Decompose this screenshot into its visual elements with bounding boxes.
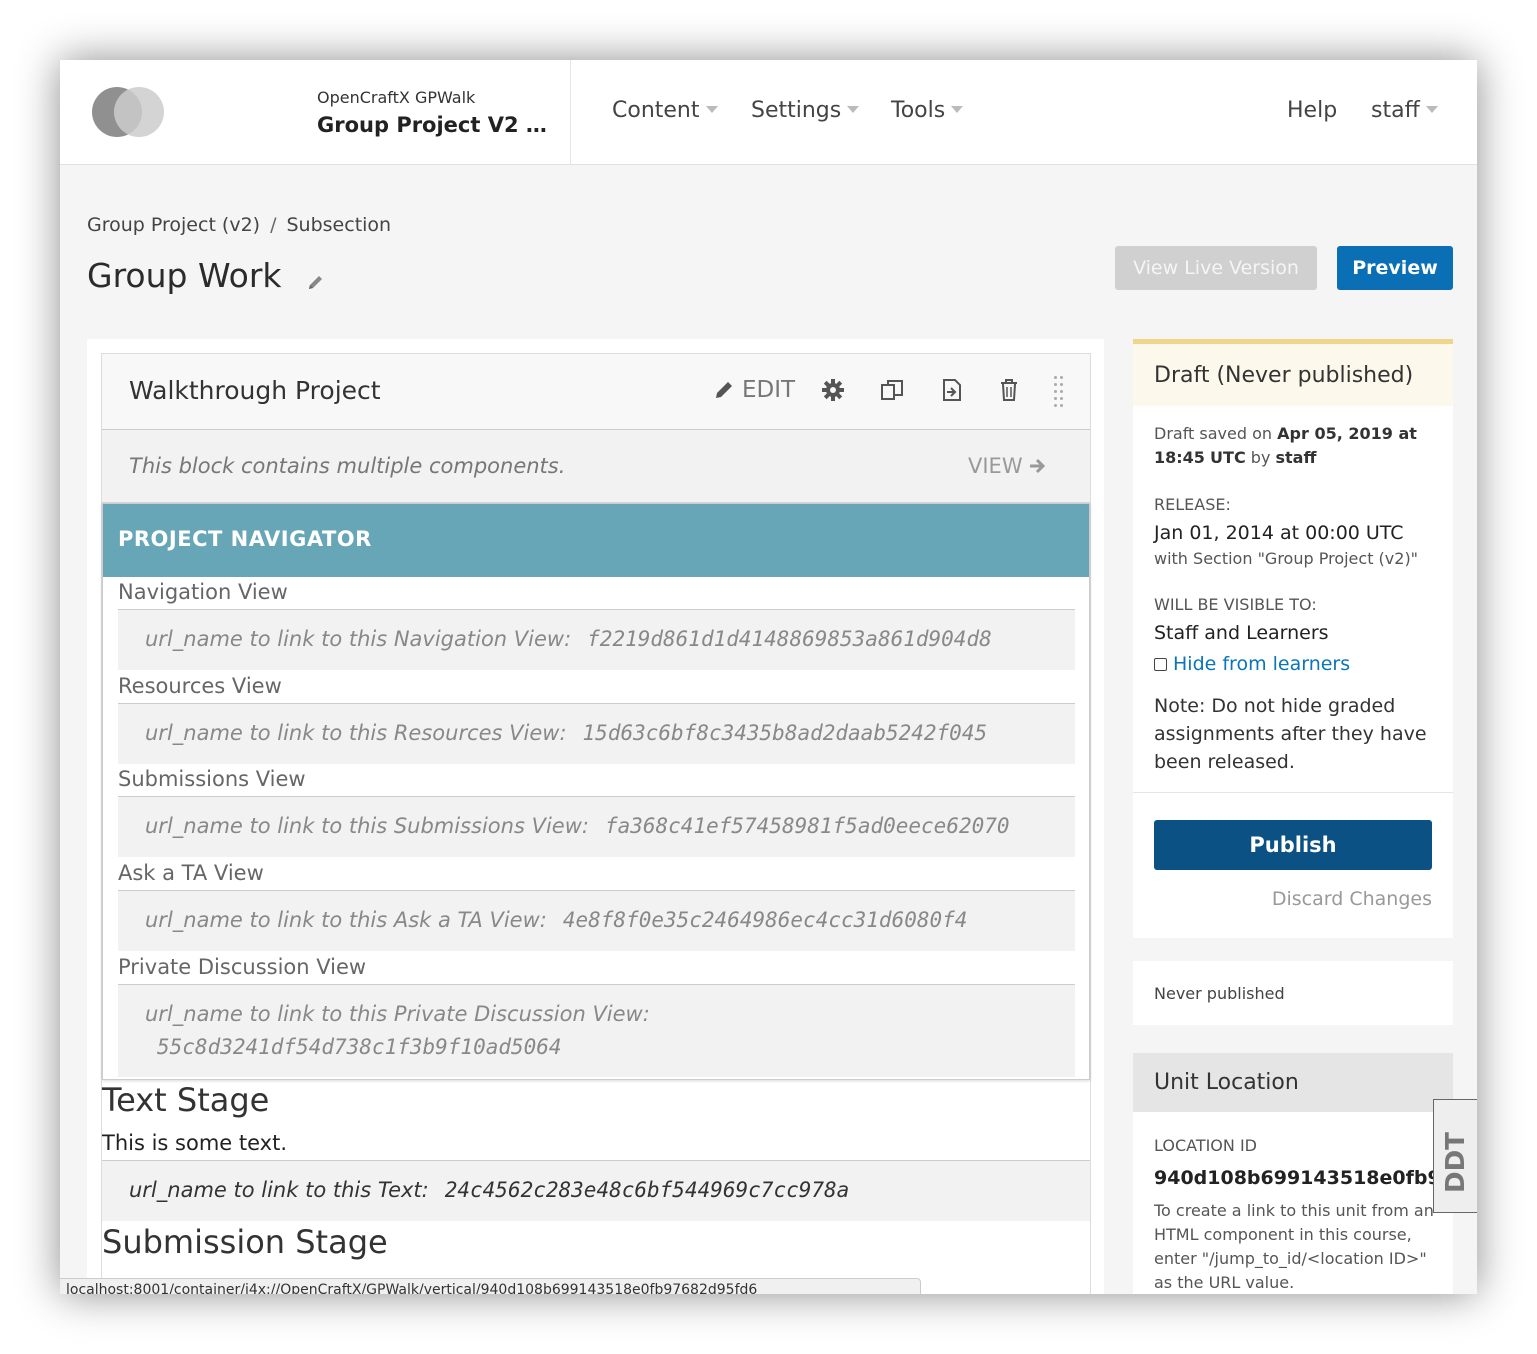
never-published-text: Never published — [1154, 984, 1285, 1003]
pencil-icon[interactable] — [306, 274, 326, 292]
release-label: RELEASE: — [1154, 495, 1231, 514]
course-org: OpenCraftX GPWalk — [317, 88, 476, 107]
trash-icon[interactable] — [1000, 376, 1018, 404]
view-link[interactable]: VIEW — [968, 454, 1047, 478]
publish-button[interactable]: Publish — [1154, 820, 1432, 870]
nav-content[interactable]: Content — [612, 98, 718, 123]
hide-note: Note: Do not hide graded assignments aft… — [1154, 695, 1427, 773]
unit-location-title: Unit Location — [1133, 1053, 1453, 1112]
move-icon[interactable] — [941, 376, 963, 404]
resources-view-url: url_name to link to this Resources View:… — [118, 703, 1075, 764]
edit-label: EDIT — [742, 377, 796, 403]
multi-component-message: This block contains multiple components. — [129, 454, 566, 478]
private-discussion-view-label: Private Discussion View — [118, 955, 367, 979]
visible-to-value: Staff and Learners — [1154, 622, 1329, 644]
draft-saved-info: Draft saved on Apr 05, 2019 at 18:45 UTC… — [1154, 424, 1417, 467]
edit-button[interactable]: EDIT — [714, 376, 795, 404]
xblock-header: Walkthrough Project EDIT — [102, 354, 1090, 430]
submissions-view-url: url_name to link to this Submissions Vie… — [118, 796, 1075, 857]
location-id-value[interactable]: 940d108b699143518e0fb97682d95fd — [1154, 1167, 1477, 1189]
breadcrumb: Group Project (v2) / Subsection — [87, 214, 391, 236]
unit-location-card: Unit Location LOCATION ID 940d108b699143… — [1133, 1053, 1477, 1294]
chevron-down-icon — [847, 105, 860, 113]
nav-settings[interactable]: Settings — [751, 98, 860, 123]
nav-tools[interactable]: Tools — [891, 98, 964, 123]
gear-icon[interactable] — [822, 376, 844, 404]
private-discussion-view-url: url_name to link to this Private Discuss… — [118, 984, 1075, 1077]
studio-window: OpenCraftX GPWalk Group Project V2 W... … — [60, 60, 1477, 1294]
chevron-down-icon — [951, 105, 964, 113]
location-help: To create a link to this unit from an HT… — [1154, 1201, 1434, 1292]
breadcrumb-separator: / — [270, 214, 277, 236]
page-title: Group Work — [87, 256, 282, 295]
publish-status-title: Draft (Never published) — [1133, 344, 1453, 406]
release-with: with Section "Group Project (v2)" — [1154, 549, 1419, 568]
duplicate-icon[interactable] — [880, 376, 904, 404]
drag-handle-icon[interactable] — [1054, 376, 1064, 408]
publish-history-card: Never published — [1133, 961, 1453, 1025]
url-name-value: 15d63c6bf8c3435b8ad2daab5242f045 — [582, 721, 988, 745]
visible-to-label: WILL BE VISIBLE TO: — [1154, 595, 1317, 614]
header-divider — [570, 60, 571, 164]
nav-view-url: url_name to link to this Navigation View… — [118, 609, 1075, 670]
text-stage-title: Text Stage — [102, 1081, 270, 1119]
ask-ta-view-label: Ask a TA View — [118, 861, 264, 885]
nav-help[interactable]: Help — [1287, 98, 1337, 123]
multi-component-notice: This block contains multiple components.… — [102, 430, 1090, 503]
course-name: Group Project V2 W... — [317, 113, 567, 137]
text-stage-body: This is some text. — [102, 1131, 288, 1155]
arrow-right-icon — [1030, 458, 1046, 474]
text-stage-url: url_name to link to this Text: 24c4562c28… — [102, 1160, 1090, 1221]
chevron-down-icon — [705, 105, 718, 113]
course-info[interactable]: OpenCraftX GPWalk Group Project V2 W... — [317, 88, 567, 137]
project-navigator: PROJECT NAVIGATOR Navigation View url_na… — [102, 503, 1090, 1080]
unit-content: Walkthrough Project EDIT This block cont… — [87, 339, 1104, 1294]
submission-stage-title: Submission Stage — [102, 1223, 388, 1261]
url-name-value: 24c4562c283e48c6bf544969c7cc978a — [444, 1178, 850, 1202]
browser-status-bar: localhost:8001/container/i4x://OpenCraft… — [60, 1278, 921, 1294]
header: OpenCraftX GPWalk Group Project V2 W... … — [60, 60, 1477, 165]
submissions-view-label: Submissions View — [118, 767, 306, 791]
pencil-icon — [716, 382, 732, 398]
hide-from-learners[interactable]: Hide from learners — [1154, 653, 1350, 675]
release-date: Jan 01, 2014 at 00:00 UTC — [1154, 522, 1404, 544]
discard-changes-link[interactable]: Discard Changes — [1272, 888, 1432, 910]
logo[interactable] — [92, 87, 168, 137]
xblock-title: Walkthrough Project — [129, 376, 381, 405]
hide-from-learners-label[interactable]: Hide from learners — [1173, 653, 1350, 675]
url-name-value: f2219d861d1d4148869853a861d904d8 — [587, 627, 992, 651]
user-menu[interactable]: staff — [1371, 98, 1438, 123]
url-name-value: 55c8d3241df54d738c1f3b9f10ad5064 — [157, 1035, 562, 1059]
project-navigator-header: PROJECT NAVIGATOR — [103, 504, 1089, 577]
divider — [1133, 792, 1453, 793]
url-name-value: 4e8f8f0e35c2464986ec4cc31d6080f4 — [562, 908, 968, 932]
ask-ta-view-url: url_name to link to this Ask a TA View: 4… — [118, 890, 1075, 951]
view-live-button[interactable]: View Live Version — [1115, 246, 1317, 290]
django-debug-toolbar-handle[interactable]: DDT — [1433, 1099, 1477, 1213]
xblock-wrapper: Walkthrough Project EDIT This block cont… — [101, 353, 1091, 1294]
nav-view-label: Navigation View — [118, 580, 288, 604]
preview-button[interactable]: Preview — [1337, 246, 1453, 290]
breadcrumb-section[interactable]: Group Project (v2) — [87, 214, 260, 236]
hide-from-learners-checkbox[interactable] — [1154, 657, 1167, 671]
breadcrumb-subsection[interactable]: Subsection — [287, 214, 392, 236]
chevron-down-icon — [1425, 105, 1438, 113]
url-name-value: fa368c41ef57458981f5ad0eece62070 — [604, 814, 1010, 838]
resources-view-label: Resources View — [118, 674, 282, 698]
publish-status-card: Draft (Never published) Draft saved on A… — [1133, 339, 1453, 938]
location-id-label: LOCATION ID — [1154, 1136, 1257, 1155]
